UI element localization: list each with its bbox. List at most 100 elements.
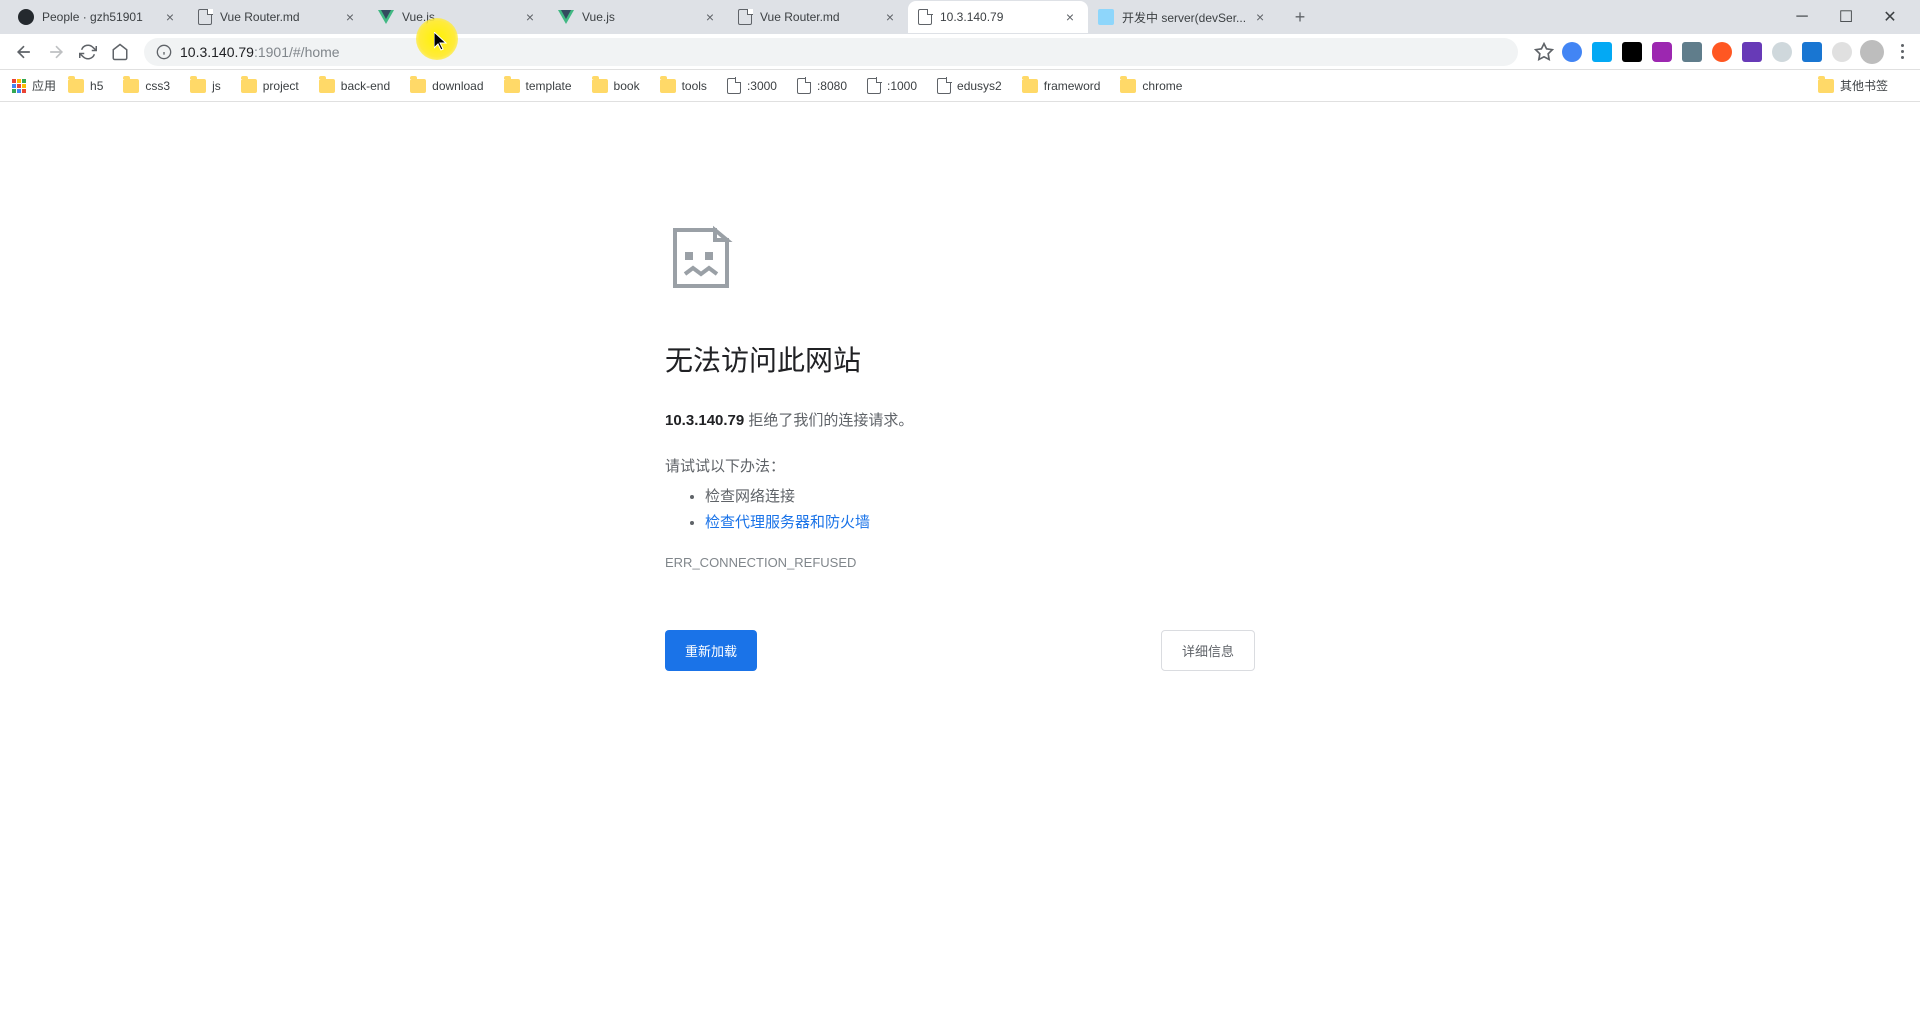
- tab-title: Vue.js: [402, 10, 516, 24]
- home-button[interactable]: [106, 38, 134, 66]
- suggestion-item: 检查网络连接: [705, 484, 1255, 510]
- ext-icon-4[interactable]: [1652, 42, 1672, 62]
- ext-icon-5[interactable]: [1682, 42, 1702, 62]
- close-icon[interactable]: ×: [342, 9, 358, 25]
- folder-icon: [190, 79, 206, 93]
- file-icon: [867, 78, 881, 94]
- tab-vue-router[interactable]: Vue Router.md ×: [188, 1, 368, 33]
- file-icon: [918, 9, 932, 25]
- reload-button[interactable]: [74, 38, 102, 66]
- forward-button[interactable]: [42, 38, 70, 66]
- folder-icon: [123, 79, 139, 93]
- error-description: 10.3.140.79 拒绝了我们的连接请求。: [665, 409, 1255, 430]
- tab-title: People · gzh51901: [42, 10, 156, 24]
- close-icon[interactable]: ×: [882, 9, 898, 25]
- info-icon: [156, 44, 172, 60]
- apps-label: 应用: [32, 77, 56, 94]
- file-icon: [738, 9, 752, 25]
- close-icon[interactable]: ×: [1062, 9, 1078, 25]
- folder-icon: [592, 79, 608, 93]
- minimize-button[interactable]: ─: [1788, 3, 1816, 31]
- tab-title: 10.3.140.79: [940, 10, 1056, 24]
- suggestions-label: 请试试以下办法：: [665, 455, 1255, 476]
- file-icon: [198, 9, 212, 25]
- bookmark-chrome[interactable]: chrome: [1120, 79, 1182, 93]
- file-icon: [797, 78, 811, 94]
- url-input[interactable]: 10.3.140.79:1901/#/home: [144, 38, 1518, 66]
- ext-icon-6[interactable]: [1712, 42, 1732, 62]
- file-icon: [727, 78, 741, 94]
- extension-icons: [1562, 42, 1852, 62]
- other-bookmarks[interactable]: 其他书签: [1818, 77, 1888, 94]
- close-window-button[interactable]: ✕: [1876, 3, 1904, 31]
- new-tab-button[interactable]: +: [1286, 3, 1314, 31]
- window-controls: ─ ☐ ✕: [1788, 3, 1912, 31]
- folder-icon: [1022, 79, 1038, 93]
- bookmark-tools[interactable]: tools: [660, 79, 707, 93]
- bookmarks-bar: 应用 h5 css3 js project back-end download …: [0, 70, 1920, 102]
- broken-page-icon: [665, 222, 1255, 299]
- maximize-button[interactable]: ☐: [1832, 3, 1860, 31]
- back-button[interactable]: [10, 38, 38, 66]
- proxy-firewall-link[interactable]: 检查代理服务器和防火墙: [705, 514, 870, 531]
- bookmark-3000[interactable]: :3000: [727, 78, 777, 94]
- bookmark-download[interactable]: download: [410, 79, 483, 93]
- menu-button[interactable]: [1892, 42, 1912, 62]
- bookmark-frameword[interactable]: frameword: [1022, 79, 1101, 93]
- address-bar: 10.3.140.79:1901/#/home: [0, 34, 1920, 70]
- ext-icon-8[interactable]: [1772, 42, 1792, 62]
- tab-vuejs-2[interactable]: Vue.js ×: [548, 1, 728, 33]
- error-buttons: 重新加载 详细信息: [665, 630, 1255, 671]
- suggestion-item: 检查代理服务器和防火墙: [705, 510, 1255, 536]
- folder-icon: [68, 79, 84, 93]
- bookmark-8080[interactable]: :8080: [797, 78, 847, 94]
- bookmark-js[interactable]: js: [190, 79, 221, 93]
- apps-button[interactable]: 应用: [12, 77, 56, 94]
- ext-icon-7[interactable]: [1742, 42, 1762, 62]
- bookmark-star-icon[interactable]: [1534, 42, 1554, 62]
- bookmark-css3[interactable]: css3: [123, 79, 170, 93]
- close-icon[interactable]: ×: [702, 9, 718, 25]
- ext-icon-10[interactable]: [1832, 42, 1852, 62]
- webpack-icon: [1098, 9, 1114, 25]
- vue-icon: [558, 10, 574, 24]
- github-icon: [18, 9, 34, 25]
- bookmark-edusys2[interactable]: edusys2: [937, 78, 1002, 94]
- tab-devserver[interactable]: 开发中 server(devSer... ×: [1088, 1, 1278, 33]
- error-host: 10.3.140.79: [665, 412, 744, 429]
- tab-title: Vue Router.md: [220, 10, 336, 24]
- vue-icon: [378, 10, 394, 24]
- folder-icon: [410, 79, 426, 93]
- bookmark-book[interactable]: book: [592, 79, 640, 93]
- ext-icon-2[interactable]: [1592, 42, 1612, 62]
- error-title: 无法访问此网站: [665, 339, 1255, 379]
- bookmark-backend[interactable]: back-end: [319, 79, 390, 93]
- ext-icon-1[interactable]: [1562, 42, 1582, 62]
- folder-icon: [1818, 79, 1834, 93]
- bookmark-project[interactable]: project: [241, 79, 299, 93]
- tab-vuejs-1[interactable]: Vue.js ×: [368, 1, 548, 33]
- tab-ip-address[interactable]: 10.3.140.79 ×: [908, 1, 1088, 33]
- folder-icon: [1120, 79, 1136, 93]
- error-code: ERR_CONNECTION_REFUSED: [665, 555, 1255, 570]
- close-icon[interactable]: ×: [162, 9, 178, 25]
- bookmark-1000[interactable]: :1000: [867, 78, 917, 94]
- error-container: 无法访问此网站 10.3.140.79 拒绝了我们的连接请求。 请试试以下办法：…: [665, 222, 1255, 671]
- bookmark-template[interactable]: template: [504, 79, 572, 93]
- folder-icon: [319, 79, 335, 93]
- bookmark-h5[interactable]: h5: [68, 79, 103, 93]
- url-path: :1901/#/home: [254, 44, 340, 60]
- reload-button[interactable]: 重新加载: [665, 630, 757, 671]
- close-icon[interactable]: ×: [1252, 9, 1268, 25]
- tab-vue-router-2[interactable]: Vue Router.md ×: [728, 1, 908, 33]
- ext-icon-3[interactable]: [1622, 42, 1642, 62]
- tab-people[interactable]: People · gzh51901 ×: [8, 1, 188, 33]
- close-icon[interactable]: ×: [522, 9, 538, 25]
- folder-icon: [241, 79, 257, 93]
- details-button[interactable]: 详细信息: [1161, 630, 1255, 671]
- folder-icon: [660, 79, 676, 93]
- suggestion-list: 检查网络连接 检查代理服务器和防火墙: [665, 484, 1255, 535]
- error-page-content: 无法访问此网站 10.3.140.79 拒绝了我们的连接请求。 请试试以下办法：…: [0, 102, 1920, 671]
- profile-avatar[interactable]: [1860, 40, 1884, 64]
- ext-icon-9[interactable]: [1802, 42, 1822, 62]
